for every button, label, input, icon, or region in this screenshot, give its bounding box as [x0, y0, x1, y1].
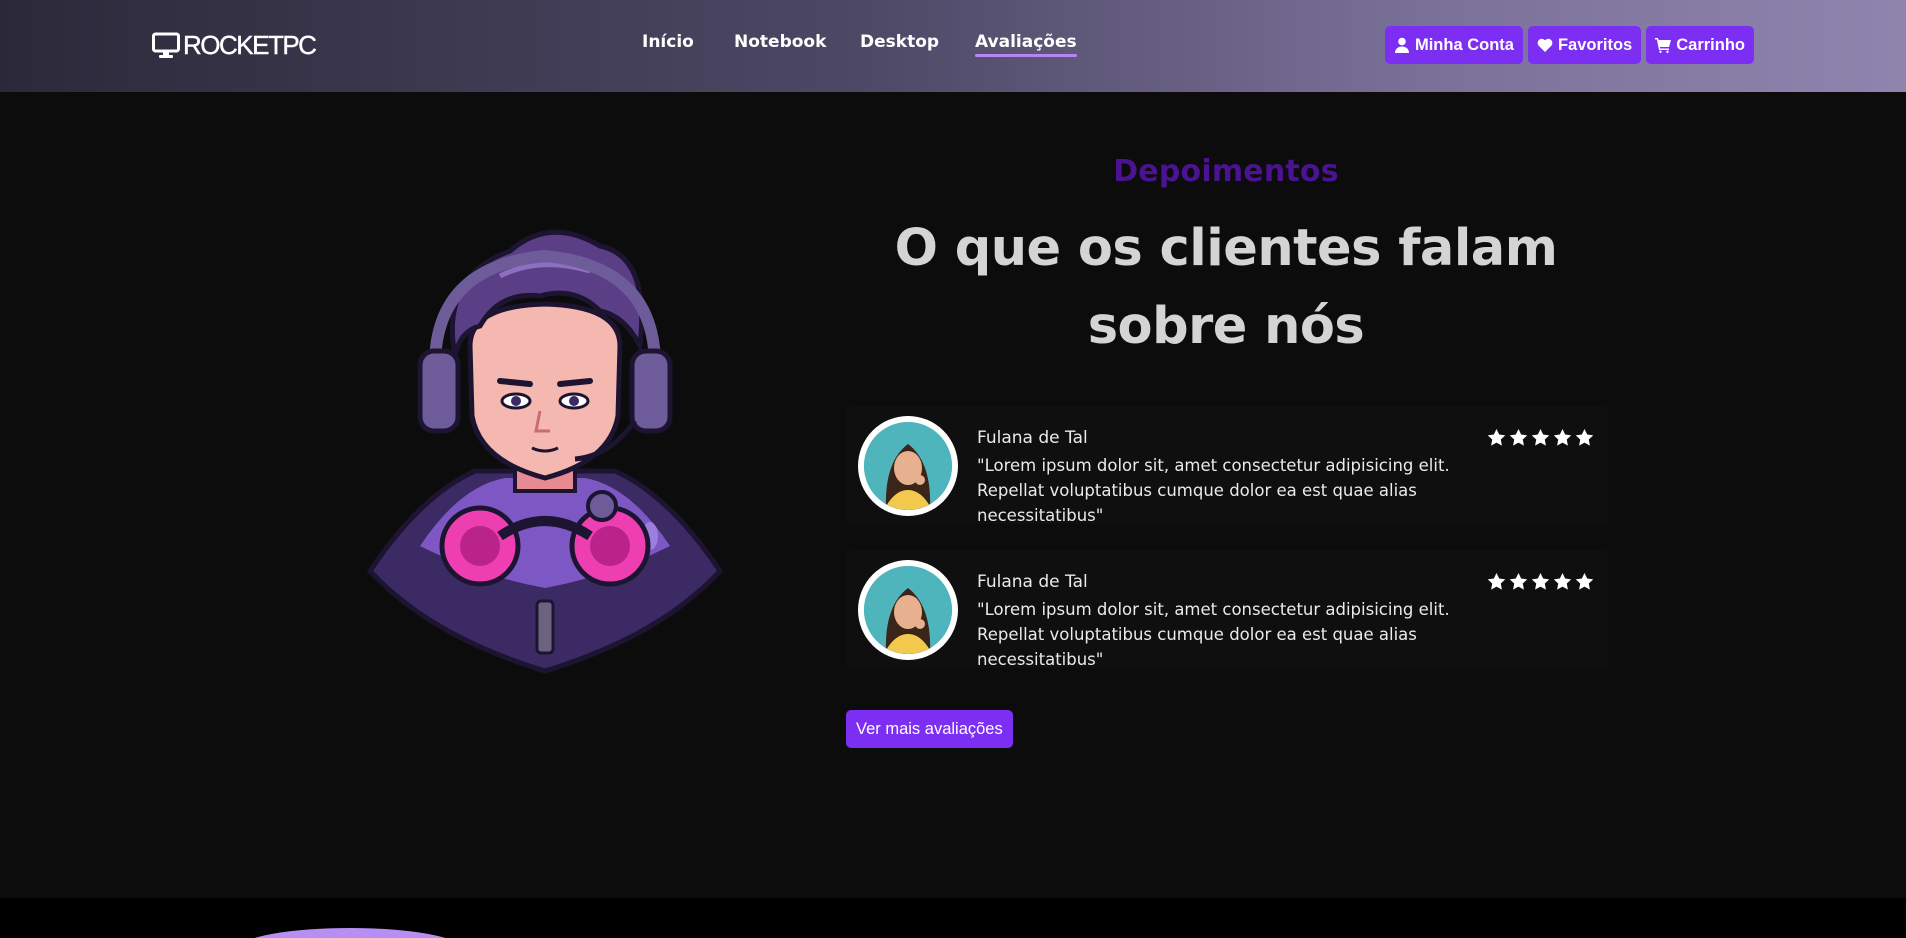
star-icon [1553, 572, 1572, 590]
star-icon [1575, 428, 1594, 446]
reviewer-name: Fulana de Tal [977, 428, 1088, 448]
header-actions: Minha Conta Favoritos Carrinho [1384, 26, 1754, 64]
avatar [858, 416, 958, 516]
avatar [858, 560, 958, 660]
section-headline: O que os clientes falam sobre nós [894, 219, 1558, 356]
favorites-button-label: Favoritos [1557, 35, 1633, 54]
star-icon [1487, 572, 1506, 590]
rating-stars [1487, 428, 1594, 447]
star-icon [1509, 428, 1528, 446]
nav-desktop[interactable]: Desktop [860, 32, 939, 52]
nav-inicio[interactable]: Início [642, 32, 694, 52]
footer-band [0, 898, 1906, 938]
gamer-mascot-illustration [366, 229, 724, 674]
customer-photo [864, 566, 952, 654]
reviewer-name: Fulana de Tal [977, 572, 1088, 592]
customer-photo [864, 422, 952, 510]
cart-button[interactable]: Carrinho [1646, 26, 1754, 64]
star-icon [1509, 572, 1528, 590]
star-icon [1531, 572, 1550, 590]
cart-button-label: Carrinho [1676, 35, 1745, 54]
heart-icon [1537, 38, 1553, 52]
star-icon [1553, 428, 1572, 446]
nav-notebook[interactable]: Notebook [734, 32, 826, 52]
more-reviews-button[interactable]: Ver mais avaliações [846, 710, 1013, 748]
testimonial-card: Fulana de Tal "Lorem ipsum dolor sit, am… [846, 406, 1608, 525]
star-icon [1575, 572, 1594, 590]
favorites-button[interactable]: Favoritos [1527, 26, 1642, 64]
section-eyebrow: Depoimentos [1113, 154, 1339, 189]
site-header: ROCKETPC Início Notebook Desktop Avaliaç… [0, 0, 1906, 92]
testimonial-card: Fulana de Tal "Lorem ipsum dolor sit, am… [846, 550, 1608, 669]
account-button-label: Minha Conta [1414, 35, 1514, 54]
star-icon [1487, 428, 1506, 446]
footer-decoration [240, 928, 460, 938]
cart-icon [1655, 38, 1672, 53]
star-icon [1531, 428, 1550, 446]
review-quote: "Lorem ipsum dolor sit, amet consectetur… [977, 600, 1450, 669]
rating-stars [1487, 572, 1594, 591]
review-quote: "Lorem ipsum dolor sit, amet consectetur… [977, 456, 1450, 525]
user-icon [1394, 37, 1409, 53]
account-button[interactable]: Minha Conta [1384, 26, 1523, 64]
nav-avaliacoes[interactable]: Avaliações [975, 32, 1077, 57]
